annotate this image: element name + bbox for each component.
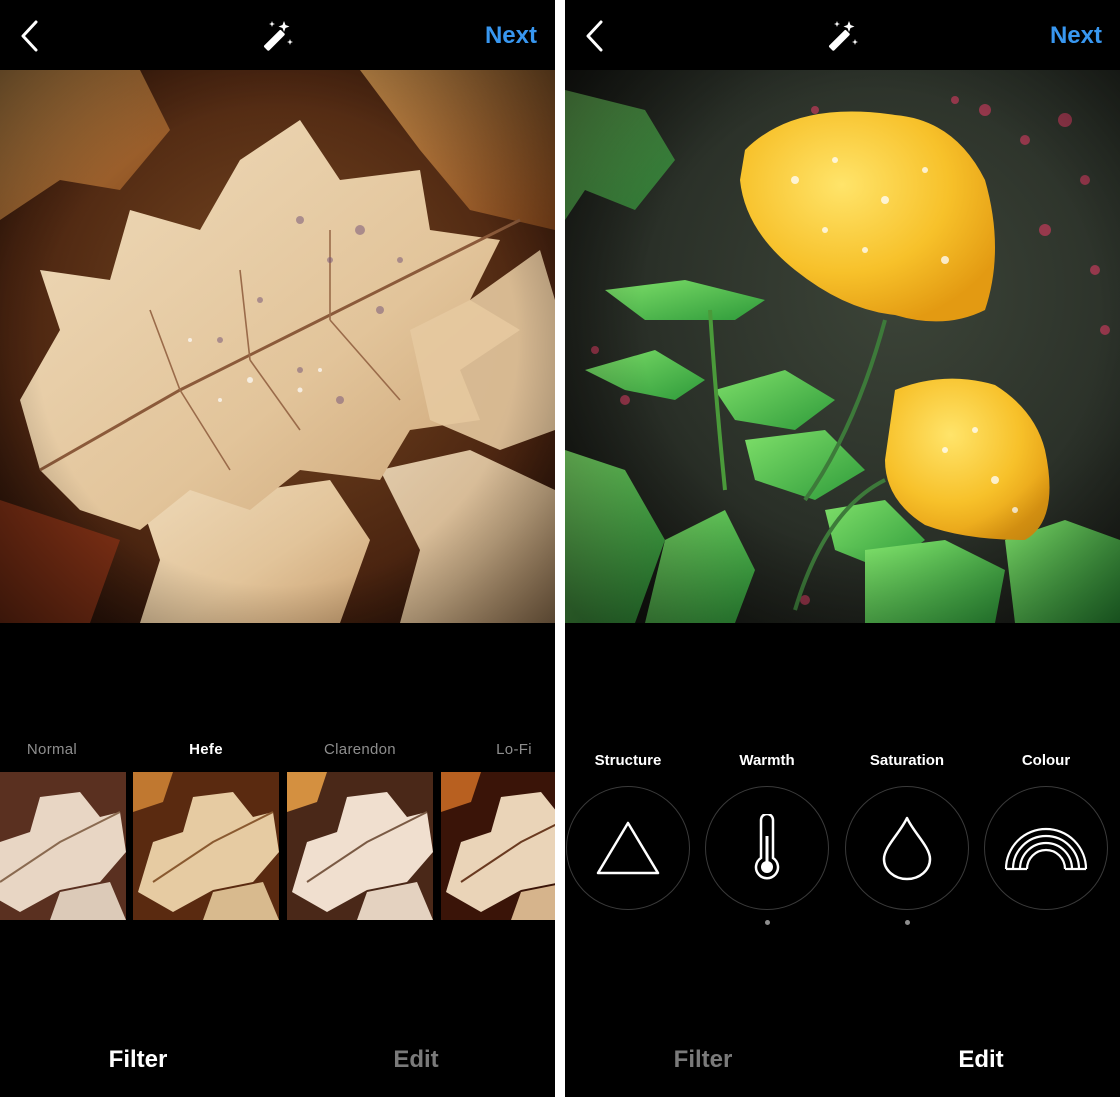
photo-preview [0,70,555,623]
magic-wand-icon [264,21,293,51]
lux-button[interactable] [258,18,298,56]
structure-tool-button[interactable] [566,786,690,910]
tab-edit[interactable]: Edit [881,1046,1081,1074]
edit-screen: Next Structure Warmth Saturation Colour … [565,0,1120,1097]
thermometer-icon [754,814,780,880]
warmth-tool[interactable]: Warmth [702,752,832,925]
filter-label-hefe[interactable]: Hefe [131,741,281,758]
tab-filter[interactable]: Filter [603,1046,803,1074]
yellow-poppy-photo [565,70,1120,623]
back-button[interactable] [14,18,44,54]
structure-tool[interactable]: Structure [565,752,693,910]
chevron-left-icon [586,20,603,52]
next-button[interactable]: Next [1050,22,1102,50]
filter-label-clarendon[interactable]: Clarendon [285,741,435,758]
filter-thumb-clarendon[interactable] [287,772,433,920]
magic-wand-icon [829,21,858,51]
photo-preview [565,70,1120,623]
colour-tool[interactable]: Colour [981,752,1111,910]
filter-label-normal[interactable]: Normal [0,741,127,758]
saturation-tool-button[interactable] [845,786,969,910]
filter-label-row: Normal Hefe Clarendon Lo-Fi [0,741,555,763]
chevron-left-icon [21,20,38,52]
warmth-tool-button[interactable] [705,786,829,910]
back-button[interactable] [579,18,609,54]
tab-filter[interactable]: Filter [38,1046,238,1074]
filter-thumb-lofi[interactable] [441,772,555,920]
oak-leaves-photo [0,70,555,623]
warmth-label: Warmth [739,752,795,769]
colour-label: Colour [1021,752,1071,769]
droplet-icon [882,816,932,881]
triangle-icon [596,821,660,875]
filter-thumbnail-strip [0,772,555,920]
next-button[interactable]: Next [485,22,537,50]
saturation-tool[interactable]: Saturation [842,752,972,925]
lux-button[interactable] [823,18,863,56]
colour-tool-button[interactable] [984,786,1108,910]
filter-thumb-hefe[interactable] [133,772,279,920]
saturation-adjusted-dot [904,920,910,925]
filter-thumb-normal[interactable] [0,772,126,920]
top-bar: Next [0,0,555,70]
tab-edit[interactable]: Edit [316,1046,516,1074]
saturation-label: Saturation [869,752,945,769]
structure-label: Structure [594,752,662,769]
filter-screen: Next Normal Hefe Clarendon Lo-Fi Filter … [0,0,555,1097]
filter-label-lofi[interactable]: Lo-Fi [439,741,555,758]
rainbow-icon [1004,827,1088,871]
top-bar: Next [565,0,1120,70]
warmth-adjusted-dot [764,920,770,925]
